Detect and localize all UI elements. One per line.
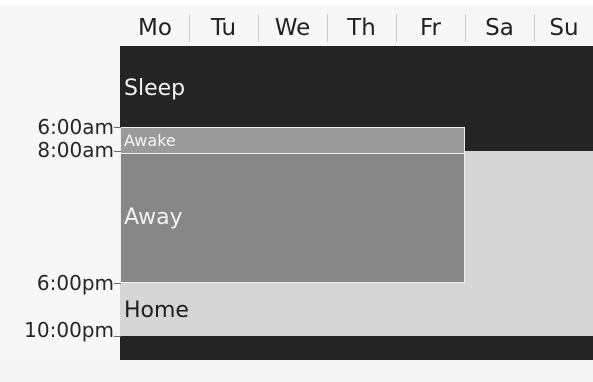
day-header-we[interactable]: We xyxy=(259,10,326,46)
day-header-su[interactable]: Su xyxy=(535,10,593,46)
day-header-mo[interactable]: Mo xyxy=(126,10,184,46)
day-header-fr[interactable]: Fr xyxy=(397,10,464,46)
top-bar xyxy=(0,0,593,6)
away-label: Away xyxy=(124,205,183,230)
time-label-6pm: 6:00pm xyxy=(36,271,114,295)
time-tick xyxy=(114,336,121,337)
awake-label: Awake xyxy=(124,131,176,150)
bottom-bar xyxy=(0,360,593,382)
time-label-8am: 8:00am xyxy=(37,138,114,162)
time-label-6am: 6:00am xyxy=(37,115,114,139)
time-label-10pm: 10:00pm xyxy=(24,318,114,342)
time-tick xyxy=(114,151,121,152)
home-label: Home xyxy=(124,298,189,323)
time-tick xyxy=(114,127,121,128)
day-header-sa[interactable]: Sa xyxy=(466,10,533,46)
sleep-label: Sleep xyxy=(124,76,186,101)
time-tick xyxy=(114,283,121,284)
day-header-tu[interactable]: Tu xyxy=(190,10,257,46)
day-header-th[interactable]: Th xyxy=(328,10,395,46)
sleep-block-night[interactable] xyxy=(120,336,593,360)
